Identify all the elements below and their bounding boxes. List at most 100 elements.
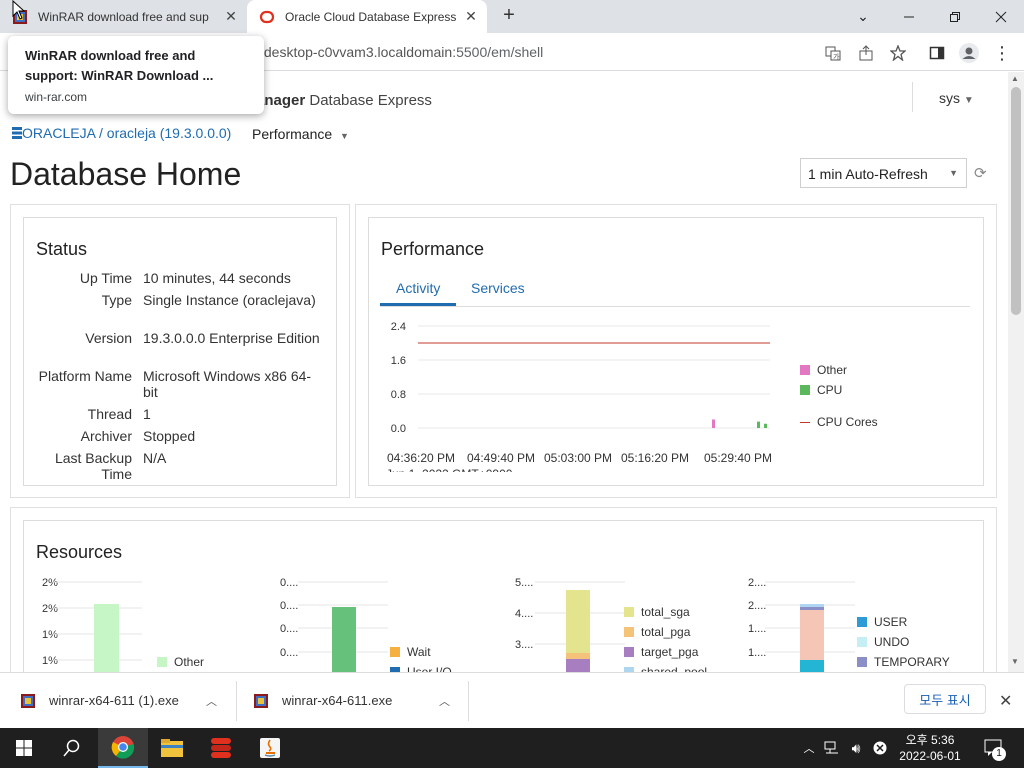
svg-text:가: 가 bbox=[833, 52, 840, 61]
tab-services[interactable]: Services bbox=[471, 280, 525, 296]
share-icon[interactable] bbox=[855, 42, 877, 64]
status-value: 1 bbox=[143, 406, 151, 422]
refresh-icon[interactable]: ⟳ bbox=[974, 164, 987, 182]
start-button-icon[interactable] bbox=[0, 728, 48, 768]
page-viewport: anager Database Express sys ▼ ORACLEJA /… bbox=[0, 72, 1008, 672]
profile-avatar-icon[interactable] bbox=[958, 42, 980, 64]
minimize-icon[interactable] bbox=[886, 0, 932, 33]
status-value: 10 minutes, 44 seconds bbox=[143, 270, 291, 286]
clock-time: 오후 5:36 bbox=[905, 733, 955, 747]
oracle-favicon-icon bbox=[259, 9, 275, 25]
scroll-down-icon[interactable]: ▼ bbox=[1011, 657, 1019, 666]
tick-label: 1.... bbox=[748, 647, 766, 659]
resource-bar bbox=[800, 604, 824, 607]
user-menu[interactable]: sys ▼ bbox=[912, 82, 992, 112]
legend-label: UNDO bbox=[874, 635, 909, 649]
performance-menu[interactable]: Performance ▼ bbox=[252, 126, 349, 142]
new-tab-button[interactable]: + bbox=[498, 4, 520, 30]
legend-other: Other bbox=[800, 363, 847, 377]
chevron-up-icon[interactable]: ︿ bbox=[439, 693, 450, 709]
performance-title: Performance bbox=[381, 239, 485, 259]
address-bar[interactable]: /desktop-c0vvam3.localdomain:5500/em/she… bbox=[260, 44, 543, 60]
translate-icon[interactable]: 가 bbox=[822, 42, 844, 64]
legend-cpu: CPU bbox=[800, 383, 842, 397]
no-connection-icon[interactable] bbox=[870, 728, 890, 768]
status-value: Microsoft Windows x86 64-bit bbox=[143, 368, 312, 400]
legend-swatch bbox=[624, 647, 634, 657]
activity-chart: 2.4 1.6 0.8 0.0 04:36:20 PM 04:49:40 PM 05:03:… bbox=[386, 321, 772, 472]
resources-title: Resources bbox=[36, 542, 123, 562]
tick-label: 1% bbox=[42, 629, 58, 641]
network-icon[interactable] bbox=[822, 728, 842, 768]
legend-swatch bbox=[857, 637, 867, 647]
chrome-taskbar-icon[interactable] bbox=[98, 728, 148, 768]
tab-winrar[interactable]: WinRAR download free and sup ✕ bbox=[0, 0, 247, 33]
winrar-file-icon bbox=[253, 693, 269, 712]
y-tick-label: 0.0 bbox=[391, 423, 406, 435]
download-item-2[interactable]: winrar-x64-611.exe bbox=[282, 693, 392, 708]
tab-title: WinRAR download free and sup bbox=[38, 9, 209, 24]
tick-label: 1% bbox=[42, 655, 58, 667]
browser-menu-icon[interactable]: ⋮ bbox=[991, 42, 1013, 64]
downloads-bar: winrar-x64-611 (1).exe ︿ winrar-x64-611.… bbox=[0, 672, 1024, 728]
taskbar-clock[interactable]: 오후 5:36 2022-06-01 bbox=[890, 732, 970, 764]
database-link[interactable]: ORACLEJA / oracleja (19.3.0.0.0) bbox=[22, 125, 231, 141]
legend-swatch bbox=[800, 385, 810, 395]
legend-cpu-cores: CPU Cores bbox=[800, 415, 878, 429]
restore-icon[interactable] bbox=[932, 0, 978, 33]
legend-swatch bbox=[800, 365, 810, 375]
tab-oracle[interactable]: Oracle Cloud Database Express ✕ bbox=[247, 0, 487, 33]
url-path: :5500/em/shell bbox=[452, 44, 544, 60]
tab-divider bbox=[380, 306, 970, 307]
bookmark-star-icon[interactable] bbox=[887, 42, 909, 64]
scroll-up-icon[interactable]: ▲ bbox=[1011, 74, 1019, 83]
auto-refresh-select[interactable]: 1 min Auto-Refresh ▼ bbox=[800, 158, 967, 188]
oracle-db-icon[interactable] bbox=[196, 728, 246, 768]
tab-search-icon[interactable]: ⌄ bbox=[840, 0, 886, 33]
resource-bar bbox=[566, 659, 590, 672]
tick-label: 2% bbox=[42, 577, 58, 589]
tick-label: 4.... bbox=[515, 608, 533, 620]
tick-label: 0.... bbox=[280, 623, 298, 635]
tab-close-icon[interactable]: ✕ bbox=[221, 8, 241, 25]
scrollbar-thumb[interactable] bbox=[1011, 87, 1021, 315]
tab-close-icon[interactable]: ✕ bbox=[461, 8, 481, 25]
tab-activity[interactable]: Activity bbox=[396, 280, 440, 296]
legend-swatch bbox=[857, 657, 867, 667]
legend-swatch bbox=[624, 607, 634, 617]
activity-bar-other bbox=[712, 419, 715, 428]
legend-label: target_pga bbox=[641, 645, 699, 659]
status-label: Last Backup Time bbox=[54, 450, 132, 482]
show-all-button[interactable]: 모두 표시 bbox=[904, 684, 986, 714]
database-icon bbox=[12, 126, 22, 139]
y-tick-label: 0.8 bbox=[391, 389, 406, 401]
legend-label: TEMPORARY bbox=[874, 655, 950, 669]
resource-bar bbox=[94, 604, 119, 672]
chevron-up-icon[interactable]: ︿ bbox=[800, 728, 818, 768]
file-explorer-icon[interactable] bbox=[148, 728, 196, 768]
resource-bar bbox=[566, 590, 590, 653]
status-title: Status bbox=[36, 239, 88, 259]
status-label: Thread bbox=[87, 406, 132, 422]
database-breadcrumb[interactable]: ORACLEJA / oracleja (19.3.0.0.0) bbox=[12, 125, 231, 141]
x-tick-label: 05:16:20 PM bbox=[621, 451, 689, 465]
side-panel-icon[interactable] bbox=[926, 42, 948, 64]
search-icon[interactable] bbox=[48, 728, 96, 768]
resource-bar bbox=[800, 610, 824, 660]
status-card: Status Up Time 10 minutes, 44 seconds Type… bbox=[23, 217, 337, 486]
volume-icon[interactable]: 🔊︎ bbox=[846, 728, 866, 768]
tooltip-domain: win-rar.com bbox=[25, 90, 88, 104]
chevron-up-icon[interactable]: ︿ bbox=[206, 693, 217, 709]
tick-label: 0.... bbox=[280, 600, 298, 612]
activity-bar-cpu bbox=[764, 423, 767, 428]
legend-line bbox=[800, 421, 810, 423]
tick-label: 3.... bbox=[515, 639, 533, 651]
close-window-icon[interactable] bbox=[978, 0, 1024, 33]
download-item-1[interactable]: winrar-x64-611 (1).exe bbox=[49, 693, 179, 708]
close-downloads-icon[interactable]: ✕ bbox=[999, 691, 1012, 711]
divider bbox=[468, 681, 469, 721]
chevron-down-icon: ▼ bbox=[963, 95, 974, 106]
java-icon[interactable] bbox=[246, 728, 294, 768]
status-label: Version bbox=[85, 330, 132, 346]
x-tick-label: 04:36:20 PM bbox=[387, 451, 455, 465]
